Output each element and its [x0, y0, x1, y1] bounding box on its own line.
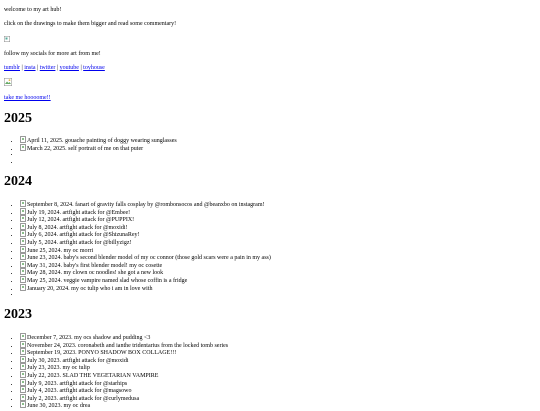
gallery-list-2024: September 8, 2024. fanart of gravity fal…	[4, 200, 536, 299]
year-heading-2025: 2025	[4, 111, 32, 126]
broken-image-icon[interactable]	[20, 348, 26, 356]
gallery-list-item[interactable]: July 8, 2024. artfight attack for @moxid…	[20, 222, 536, 231]
link-separator: |	[37, 65, 39, 71]
gallery-list-item[interactable]: December 7, 2023. my ocs shadow and pudd…	[20, 333, 536, 341]
artwork-caption[interactable]: March 22, 2025. self portrait of me on t…	[27, 146, 143, 152]
tumblr-link[interactable]: tumblr	[4, 65, 20, 71]
gallery-list-item[interactable]: March 22, 2025. self portrait of me on t…	[20, 143, 536, 152]
gallery-list-item[interactable]: July 9, 2023. artfight attack for @starh…	[20, 378, 536, 387]
broken-image-icon[interactable]	[20, 136, 26, 143]
toyhouse-link[interactable]: toyhouse	[83, 65, 105, 71]
gallery-list-item[interactable]: January 20, 2024. my oc tulip who i am i…	[20, 283, 536, 292]
year-heading-2023: 2023	[4, 307, 32, 322]
broken-image-icon[interactable]	[20, 363, 26, 371]
youtube-link[interactable]: youtube	[60, 65, 79, 71]
gallery-list-item[interactable]: July 22, 2023. SLAD THE VEGETARIAN VAMPI…	[20, 370, 536, 379]
broken-image-icon[interactable]	[20, 355, 26, 363]
gallery-list-item[interactable]: July 5, 2024. artfight attack for @billy…	[20, 237, 536, 246]
gallery-list-item[interactable]: July 30, 2023. artfight attack for @moxi…	[20, 355, 536, 364]
artwork-caption[interactable]: January 20, 2024. my oc tulip who i am i…	[27, 286, 152, 292]
gallery-list-item[interactable]: June 30, 2023. my oc drea	[20, 401, 536, 409]
broken-image-icon[interactable]	[20, 283, 26, 291]
gallery-list-item[interactable]: June 23, 2024. baby's second blender mod…	[20, 253, 536, 261]
socials-text: follow my socials for more art from me!	[4, 51, 101, 57]
instructions-text: click on the drawings to make them bigge…	[4, 21, 177, 27]
link-separator: |	[21, 65, 23, 71]
broken-image-icon[interactable]	[20, 268, 26, 276]
gallery-list-item[interactable]: June 25, 2024. my oc morri	[20, 245, 536, 254]
gallery-list-item[interactable]: July 4, 2023. artfight attack for @magso…	[20, 386, 536, 394]
broken-image-icon[interactable]	[20, 378, 26, 386]
gallery-list-item[interactable]: May 28, 2024. my clown oc noodles! she g…	[20, 268, 536, 276]
broken-image-icon[interactable]	[20, 260, 26, 268]
gallery-list-item[interactable]: September 19, 2023. PONYO SHADOW BOX COL…	[20, 348, 536, 356]
twitter-link[interactable]: twitter	[40, 65, 56, 71]
insta-link[interactable]: insta	[24, 65, 35, 71]
broken-image-icon[interactable]	[20, 215, 26, 223]
welcome-text: welcome to my art hub!	[4, 7, 62, 13]
artwork-caption[interactable]: June 30, 2023. my oc drea	[27, 403, 90, 409]
home-image-icon[interactable]	[4, 78, 12, 86]
gallery-list-item	[20, 151, 536, 159]
broken-image-icon[interactable]	[20, 275, 26, 283]
broken-image-icon[interactable]	[20, 237, 26, 245]
broken-image-icon[interactable]	[20, 340, 26, 348]
gallery-list-item	[20, 159, 536, 167]
broken-image-icon[interactable]	[20, 370, 26, 378]
broken-image-icon[interactable]	[20, 333, 26, 340]
gallery-list-item[interactable]: April 11, 2025. gouache painting of dogg…	[20, 136, 536, 144]
gallery-list-2023: December 7, 2023. my ocs shadow and pudd…	[4, 333, 536, 409]
broken-image-icon[interactable]	[20, 200, 26, 207]
gallery-list-2025: April 11, 2025. gouache painting of dogg…	[4, 136, 536, 166]
gallery-list-item	[20, 291, 536, 299]
broken-image-icon[interactable]	[20, 143, 26, 151]
gallery-list-item[interactable]: November 24, 2023. coronabeth and ianthe…	[20, 340, 536, 349]
link-separator: |	[56, 65, 59, 71]
home-link[interactable]: take me hoooome!!	[4, 95, 51, 101]
broken-image-icon[interactable]	[20, 230, 26, 238]
gallery-list-item[interactable]: July 19, 2024. artfight attack for @Embe…	[20, 207, 536, 216]
gallery-list-item[interactable]: July 23, 2023. my oc tulip	[20, 363, 536, 371]
gallery-list-item[interactable]: July 6, 2024. artfight attack for @Shizu…	[20, 230, 536, 238]
gallery-list-item[interactable]: May 25, 2024. veggie vampire named slad …	[20, 275, 536, 284]
link-separator: |	[80, 65, 82, 71]
gallery-list-item[interactable]: July 12, 2024. artfight attack for @PUPP…	[20, 215, 536, 223]
broken-image-icon[interactable]	[20, 386, 26, 394]
broken-image-icon	[4, 36, 10, 42]
broken-image-icon[interactable]	[20, 253, 26, 261]
broken-image-icon[interactable]	[20, 245, 26, 253]
social-links: tumblr | insta | twitter | youtube | toy…	[4, 65, 105, 72]
broken-image-icon[interactable]	[20, 222, 26, 230]
gallery-list-item[interactable]: September 8, 2024. fanart of gravity fal…	[20, 200, 536, 208]
gallery-list-item[interactable]: July 2, 2023. artfight attack for @curly…	[20, 393, 536, 402]
gallery-list-item[interactable]: May 31, 2024. baby's first blender model…	[20, 260, 536, 269]
broken-image-icon[interactable]	[20, 393, 26, 401]
year-heading-2024: 2024	[4, 174, 32, 189]
broken-image-icon[interactable]	[20, 207, 26, 215]
